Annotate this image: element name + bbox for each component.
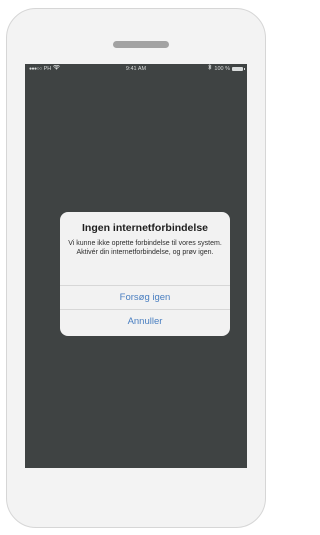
battery-icon [232,67,245,71]
no-internet-alert: Ingen internetforbindelse Vi kunne ikke … [60,212,230,336]
cancel-button[interactable]: Annuller [60,310,230,334]
retry-button[interactable]: Forsøg igen [60,286,230,310]
speaker-grille [113,41,169,48]
page: ●●●○○ PH 9:41 AM 100 % Ingen internetfor… [0,0,274,535]
phone-screen: ●●●○○ PH 9:41 AM 100 % Ingen internetfor… [25,64,247,468]
home-button-area [7,469,265,527]
status-bar: ●●●○○ PH 9:41 AM 100 % [25,64,247,74]
alert-title: Ingen internetforbindelse [81,222,208,234]
status-right: 100 % [208,64,245,74]
phone-frame: ●●●○○ PH 9:41 AM 100 % Ingen internetfor… [6,8,266,528]
battery-percentage: 100 % [214,66,230,72]
alert-message: Vi kunne ikke oprette forbindelse til vo… [68,240,222,256]
bluetooth-icon [208,64,212,74]
